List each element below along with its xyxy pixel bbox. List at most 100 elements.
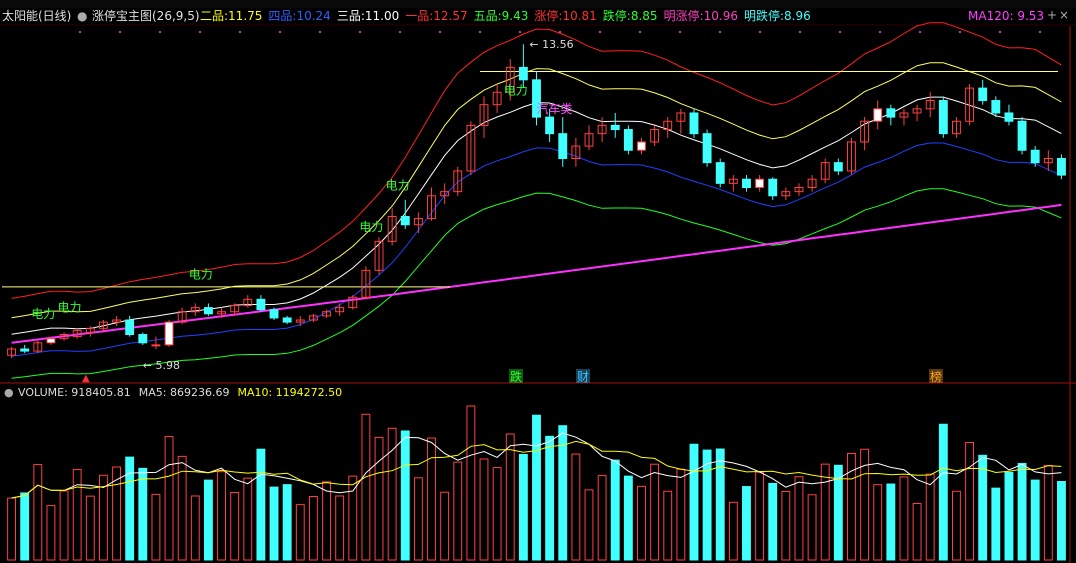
power-tag: 电力: [359, 220, 383, 234]
volume-bar: [46, 505, 56, 561]
volume-bar: [899, 476, 909, 561]
volume-bar: [492, 467, 502, 561]
candle-body: [637, 141, 646, 151]
volume-bar: [1004, 471, 1014, 561]
event-marker: 跌: [510, 369, 522, 384]
candle-body: [164, 321, 174, 346]
candle-body: [256, 298, 266, 311]
volume-bar: [663, 490, 673, 561]
volume-bar: [361, 413, 371, 561]
volume-bar: [453, 461, 463, 561]
candle-body: [742, 178, 751, 189]
volume-bar: [335, 495, 345, 561]
candle-body: [125, 319, 135, 336]
volume-bar: [532, 414, 541, 561]
volume-bar: [505, 433, 515, 561]
volume-bar: [676, 468, 686, 561]
price-volume-chart: ← 13.56← 5.98电力 电力电力电力电力电力汽车类跌财榜▲: [0, 22, 1076, 563]
candle-body: [689, 112, 699, 135]
volume-bar: [820, 463, 830, 561]
volume-bar: [794, 476, 804, 561]
volume-bar: [479, 458, 489, 561]
volume-bar: [938, 423, 948, 561]
volume-bar: [637, 485, 646, 561]
volume-bar: [85, 495, 95, 561]
candle-body: [886, 108, 896, 118]
candle-body: [203, 307, 213, 315]
volume-bar: [164, 436, 174, 561]
volume-bar: [190, 495, 200, 561]
header-dot: [639, 31, 641, 33]
volume-bar: [1043, 464, 1053, 561]
volume-bar: [7, 497, 16, 561]
volume-bar: [322, 481, 331, 561]
candle-body: [20, 348, 30, 352]
volume-bar: [427, 437, 436, 561]
volume-bar: [59, 490, 69, 561]
candle-body: [558, 133, 568, 160]
low-price-label: ← 5.98: [143, 359, 180, 372]
header-dot: [879, 31, 881, 33]
band-white-line: [11, 96, 1062, 335]
header-dot: [519, 31, 521, 33]
candle-body: [151, 344, 161, 347]
header-dot: [919, 31, 921, 33]
power-tag: 电力: [386, 179, 410, 193]
candle-body: [1004, 112, 1014, 122]
volume-bar: [413, 477, 423, 561]
header-dot: [399, 31, 401, 33]
volume-bar: [440, 491, 450, 561]
header-dot: [159, 31, 161, 33]
candle-body: [873, 108, 883, 122]
volume-bar: [597, 475, 607, 561]
volume-bar: [269, 486, 279, 561]
high-price-label: ← 13.56: [529, 38, 573, 51]
candle-body: [545, 116, 555, 135]
header-dot: [599, 31, 601, 33]
event-marker: 榜: [930, 369, 942, 384]
candle-body: [938, 100, 948, 135]
header-dot: [119, 31, 121, 33]
volume-bar: [466, 405, 476, 561]
candle-body: [702, 133, 712, 164]
candle-body: [991, 100, 1001, 114]
header-dot: [959, 31, 961, 33]
band-red-line: [11, 22, 1062, 299]
candle-body: [400, 215, 410, 226]
candle-body: [1057, 158, 1066, 176]
candle-body: [978, 87, 988, 102]
candle-body: [715, 162, 725, 184]
header-dot: [839, 31, 841, 33]
header-dot: [439, 31, 441, 33]
candle-body: [610, 124, 620, 131]
volume-bar: [33, 464, 43, 561]
band-green-line: [11, 188, 1062, 379]
header-dot: [679, 31, 681, 33]
candle-body: [518, 66, 528, 81]
volume-bar: [886, 483, 896, 561]
candle-body: [768, 178, 778, 197]
volume-bar: [991, 487, 1001, 561]
header-dot: [1039, 31, 1041, 33]
volume-bar: [203, 479, 213, 561]
volume-bar: [925, 473, 935, 561]
candle-body: [1030, 149, 1040, 164]
header-dot: [479, 31, 481, 33]
volume-bar: [518, 453, 528, 561]
volume-bar: [1057, 481, 1066, 561]
header-dot: [719, 31, 721, 33]
volume-bar: [768, 482, 778, 561]
header-dot: [199, 31, 201, 33]
candle-body: [269, 309, 279, 319]
candle-body: [282, 317, 292, 323]
header-dot: [239, 31, 241, 33]
volume-bar: [689, 443, 699, 561]
volume-bar: [151, 493, 161, 561]
event-arrow: ▲: [82, 373, 90, 384]
auto-tag: 汽车类: [537, 101, 573, 116]
volume-bar: [282, 484, 292, 561]
power-tag: 电力: [189, 268, 213, 282]
volume-bar: [873, 484, 883, 561]
volume-bar: [807, 494, 817, 561]
volume-bar: [400, 430, 410, 561]
